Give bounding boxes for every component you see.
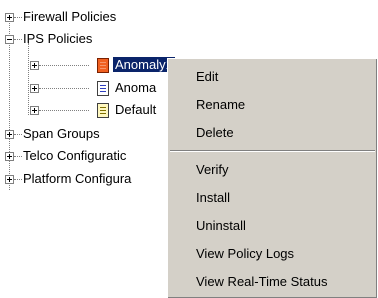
tree-item-label: Span Groups: [23, 126, 100, 141]
tree-connector: [39, 110, 89, 111]
tree-item-label: IPS Policies: [23, 31, 93, 46]
tree-item-label: Anomaly1: [113, 57, 175, 72]
expand-toggle-telco[interactable]: [5, 152, 14, 161]
menu-item-edit[interactable]: Edit: [196, 67, 218, 87]
tree-connector: [39, 88, 89, 89]
tree-item-firewall-policies[interactable]: Firewall Policies: [23, 7, 116, 27]
tree-connector: [14, 39, 22, 40]
menu-item-view-policy-logs[interactable]: View Policy Logs: [196, 244, 294, 264]
menu-item-rename[interactable]: Rename: [196, 95, 245, 115]
tree-connector: [14, 17, 22, 18]
tree-item-span-groups[interactable]: Span Groups: [23, 124, 100, 144]
collapse-toggle-ips[interactable]: [5, 35, 14, 44]
tree-connector: [14, 134, 22, 135]
policy-document-icon: [97, 103, 109, 118]
expand-toggle-platform[interactable]: [5, 175, 14, 184]
expand-toggle-span-groups[interactable]: [5, 130, 14, 139]
tree-item-anomaly-1[interactable]: Anomaly1: [113, 55, 175, 75]
tree-item-anomaly-2[interactable]: Anoma: [115, 78, 156, 98]
expand-toggle-child-1[interactable]: [30, 61, 39, 70]
expand-toggle-firewall[interactable]: [5, 13, 14, 22]
expand-toggle-child-3[interactable]: [30, 106, 39, 115]
policy-document-icon: [97, 81, 109, 96]
tree-item-label: Telco Configuratic: [23, 148, 127, 163]
tree-connector: [28, 43, 29, 115]
tree-item-label: Platform Configura: [23, 171, 132, 186]
policy-document-icon: [97, 58, 109, 73]
tree-connector: [39, 65, 89, 66]
expand-toggle-child-2[interactable]: [30, 84, 39, 93]
tree-item-label: Firewall Policies: [23, 9, 117, 24]
menu-item-delete[interactable]: Delete: [196, 123, 234, 143]
menu-item-install[interactable]: Install: [196, 188, 230, 208]
tree-item-platform-configuration[interactable]: Platform Configura: [23, 169, 131, 189]
menu-item-view-realtime-status[interactable]: View Real-Time Status: [196, 272, 328, 292]
tree-item-default[interactable]: Default: [115, 100, 156, 120]
tree-connector: [14, 156, 22, 157]
menu-item-uninstall[interactable]: Uninstall: [196, 216, 246, 236]
menu-separator: [170, 150, 375, 152]
tree-item-ips-policies[interactable]: IPS Policies: [23, 29, 92, 49]
tree-connector: [14, 179, 22, 180]
menu-item-verify[interactable]: Verify: [196, 160, 229, 180]
context-menu: Edit Rename Delete Verify Install Uninst…: [167, 58, 377, 298]
tree-item-telco-configuration[interactable]: Telco Configuratic: [23, 146, 126, 166]
tree-item-label: Default: [115, 102, 157, 117]
tree-item-label: Anoma: [115, 80, 157, 95]
